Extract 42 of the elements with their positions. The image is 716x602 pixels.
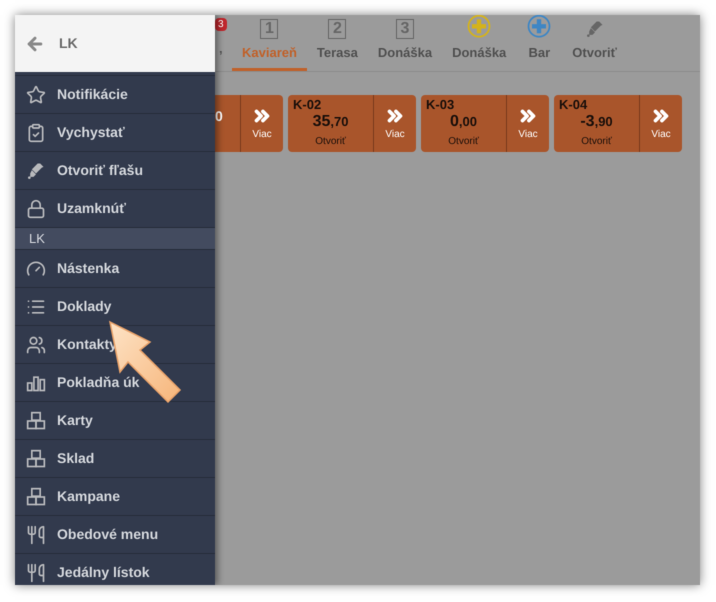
blocks-icon [25,486,47,506]
star-icon [25,84,47,104]
amount: 0 [215,109,223,126]
menu-item[interactable]: Sklad [15,439,215,477]
tab[interactable]: 3 ’ [215,15,232,71]
menu-item[interactable]: Doklady [15,287,215,325]
open-label: Otvoriť [581,135,612,149]
blocks-icon [25,448,47,468]
menu-item[interactable]: Notifikácie [15,75,215,113]
table-card[interactable]: 0 Viac [215,95,283,152]
blocks-icon [25,410,47,430]
amount: 0,00 [450,112,477,132]
more-label: Viac [651,128,671,142]
menu-item[interactable]: Obedové menu [15,515,215,553]
open-label: Otvoriť [448,135,479,149]
menu-item[interactable]: Karty [15,401,215,439]
back-icon[interactable] [25,34,45,54]
fork-knife-icon [25,562,47,582]
table-code: K-03 [426,97,456,112]
table-card[interactable]: K-04 -3,90 Otvoriť Viac [554,95,682,152]
menu-item[interactable]: Jedálny lístok [15,553,215,585]
table-card[interactable]: K-02 35,70 Otvoriť Viac [288,95,416,152]
menu-item[interactable]: Nástenka [15,249,215,287]
people-icon [25,334,47,354]
lock-icon [25,198,47,218]
fork-knife-icon [25,524,47,544]
amount: -3,90 [580,112,613,132]
menu-item[interactable]: Otvoriť fľašu [15,151,215,189]
table-card[interactable]: K-03 0,00 Otvoriť Viac [421,95,549,152]
section-header: LK [15,227,215,249]
drawer-title: LK [59,34,78,53]
more-label: Viac [518,128,538,142]
count-badge: 3 [215,18,227,31]
more-label: Viac [252,128,272,142]
menu-item[interactable]: Kampane [15,477,215,515]
table-code: K-04 [559,97,588,112]
amount: 35,70 [312,112,348,132]
table-code: K-02 [293,97,322,112]
open-label: Otvoriť [315,135,346,149]
more-label: Viac [385,128,405,142]
menu-item[interactable]: Vychystať [15,113,215,151]
gauge-icon [25,258,47,278]
